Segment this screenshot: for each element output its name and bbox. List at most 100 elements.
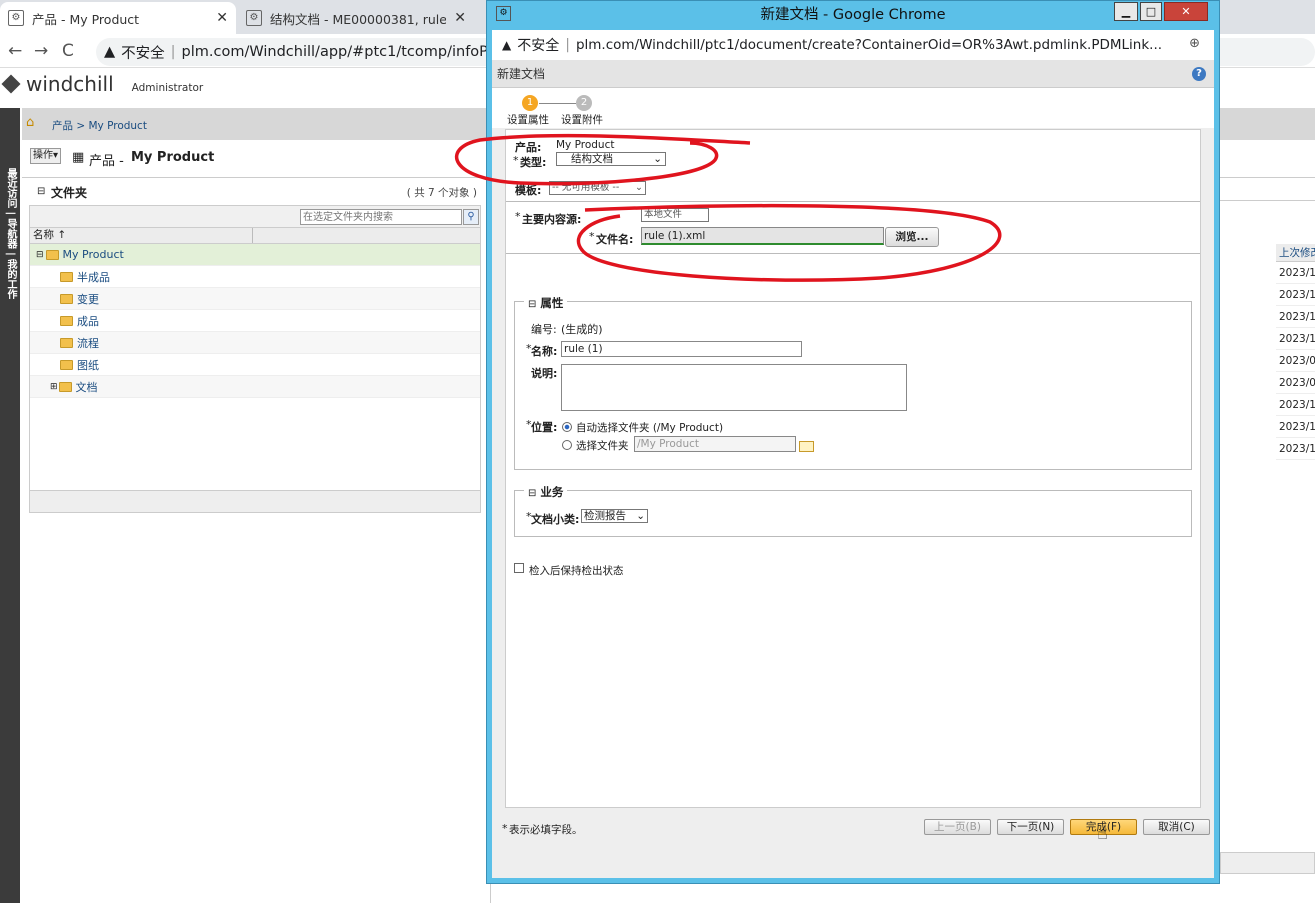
number-value: (生成的) — [561, 323, 603, 336]
location-auto-option[interactable]: 自动选择文件夹 (/My Product) — [562, 420, 723, 435]
collapse-icon[interactable]: ⊟ — [37, 186, 45, 197]
description-textarea[interactable] — [561, 364, 907, 411]
maximize-button[interactable]: □ — [1140, 2, 1162, 21]
window-title-bar[interactable]: ⚙ 新建文档 - Google Chrome ▁ □ ✕ — [490, 2, 1216, 28]
table-cell: 2023/1( — [1276, 262, 1315, 284]
page-title: My Product — [131, 150, 215, 165]
product-value: My Product — [556, 139, 615, 151]
primary-source-select[interactable]: 本地文件 — [641, 208, 709, 222]
filename-input[interactable]: rule (1).xml — [641, 227, 884, 245]
wizard-steps: 1 2 设置属性 设置附件 — [492, 88, 1214, 128]
template-select[interactable]: -- 无可用模板 -- ⌄ — [549, 181, 646, 195]
chevron-down-icon: ⌄ — [635, 182, 643, 193]
tab-title: 产品 - My Product — [32, 11, 140, 27]
radio-icon[interactable] — [562, 440, 572, 450]
hand-cursor-icon: ☝ — [1097, 823, 1108, 844]
step-1-label[interactable]: 设置属性 — [507, 112, 549, 127]
attributes-legend[interactable]: ⊟ 属性 — [524, 295, 568, 311]
actions-button[interactable]: 操作▾ — [30, 148, 62, 164]
folder-name[interactable]: 文档 — [76, 379, 98, 395]
type-select[interactable]: 结构文档 ⌄ — [556, 152, 666, 166]
name-value: rule (1) — [564, 343, 603, 355]
next-button[interactable]: 下一页(N) — [997, 819, 1064, 835]
doc-subtype-select[interactable]: 检测报告 ⌄ — [581, 509, 648, 523]
primary-source-value: 本地文件 — [644, 209, 683, 220]
table-row[interactable]: 变更 — [30, 288, 480, 310]
table-row[interactable]: 半成品 — [30, 266, 480, 288]
reload-icon[interactable]: C — [62, 41, 74, 61]
table-row[interactable]: 流程 — [30, 332, 480, 354]
warning-icon: ▲ — [502, 38, 512, 52]
close-icon[interactable]: ✕ — [216, 10, 228, 26]
folder-icon — [60, 293, 73, 304]
location-select-option[interactable]: 选择文件夹 — [562, 438, 629, 453]
table-row[interactable]: ⊞ 文档 — [30, 376, 480, 398]
expand-icon[interactable]: ⊞ — [50, 382, 58, 392]
name-input[interactable]: rule (1) — [561, 341, 802, 357]
chrome-favicon-icon: ⚙ — [496, 6, 511, 21]
folder-name[interactable]: 变更 — [77, 291, 99, 307]
search-icon[interactable]: ⚲ — [463, 209, 479, 225]
expand-icon[interactable]: ⊟ — [36, 250, 44, 260]
tab-title: 结构文档 - ME00000381, rule, / — [270, 11, 446, 27]
table-cell: 2023/0 — [1276, 350, 1315, 372]
close-icon[interactable]: ✕ — [454, 10, 466, 26]
step-2-icon[interactable]: 2 — [576, 95, 592, 111]
tab-structure-doc[interactable]: ⚙ 结构文档 - ME00000381, rule, / ✕ — [238, 2, 474, 34]
column-header[interactable]: 名称 ↑ — [30, 228, 480, 244]
windchill-favicon-icon: ⚙ — [246, 10, 262, 26]
zoom-icon[interactable]: ⊕ — [1189, 36, 1200, 51]
cancel-button[interactable]: 取消(C) — [1143, 819, 1210, 835]
table-cell: 2023/1( — [1276, 284, 1315, 306]
table-cell: 2023/1( — [1276, 416, 1315, 438]
folder-name[interactable]: 流程 — [77, 335, 99, 351]
folder-panel: ⊟ 文件夹 ( 共 7 个对象 ) ⚲ 名称 ↑ ⊟ My Product 半成… — [29, 178, 483, 514]
folder-name[interactable]: 图纸 — [77, 357, 99, 373]
root-folder-name[interactable]: My Product — [63, 248, 124, 261]
folder-icon — [60, 359, 73, 370]
folder-name[interactable]: 成品 — [77, 313, 99, 329]
required-note: 表示必填字段。 — [509, 824, 583, 836]
collapse-icon[interactable]: ⊟ — [528, 488, 536, 499]
table-row[interactable]: 成品 — [30, 310, 480, 332]
column-name-header[interactable]: 名称 ↑ — [33, 229, 66, 241]
prev-button[interactable]: 上一页(B) — [924, 819, 991, 835]
vertical-divider — [490, 884, 491, 903]
back-icon[interactable]: ← — [8, 41, 22, 61]
location-path-input[interactable]: /My Product — [634, 436, 796, 452]
filename-label: 文件名: — [596, 233, 634, 246]
business-legend[interactable]: ⊟ 业务 — [524, 484, 568, 500]
type-select-value: 结构文档 — [571, 153, 613, 165]
folder-table-frame: ⚲ 名称 ↑ ⊟ My Product 半成品 变更 成品 流程 图纸 ⊞ 文档 — [29, 205, 481, 513]
table-row[interactable]: 图纸 — [30, 354, 480, 376]
home-icon[interactable]: ⌂ — [26, 115, 34, 130]
close-window-button[interactable]: ✕ — [1164, 2, 1208, 21]
table-row[interactable]: ⊟ My Product — [30, 244, 480, 266]
keep-checked-out-checkbox[interactable] — [514, 563, 524, 573]
filename-value: rule (1).xml — [644, 230, 706, 242]
minimize-button[interactable]: ▁ — [1114, 2, 1138, 21]
help-icon[interactable]: ? — [1192, 67, 1206, 81]
location-auto-label: 自动选择文件夹 (/My Product) — [576, 422, 724, 434]
type-label: 类型: — [520, 156, 547, 169]
forward-icon[interactable]: → — [34, 41, 48, 61]
collapse-icon[interactable]: ⊟ — [528, 299, 536, 310]
step-1-icon[interactable]: 1 — [522, 95, 538, 111]
table-footer — [30, 490, 480, 512]
warning-icon: ▲ — [104, 44, 116, 60]
bottom-scrollbar[interactable] — [1220, 852, 1315, 874]
page-title-prefix: 产品 - — [89, 154, 124, 169]
browse-button[interactable]: 浏览... — [885, 227, 939, 247]
tab-product[interactable]: ⚙ 产品 - My Product ✕ — [0, 2, 236, 34]
folder-search-input[interactable] — [300, 209, 462, 225]
radio-selected-icon[interactable] — [562, 422, 572, 432]
left-nav-strip[interactable]: 最近访问 | 导航器 | 我的工作 — [0, 108, 20, 903]
folder-name[interactable]: 半成品 — [77, 269, 110, 285]
windchill-logo: windchill Administrator — [0, 72, 203, 96]
column-header[interactable]: 上次修改 — [1276, 244, 1315, 262]
folder-picker-icon[interactable] — [799, 441, 814, 452]
breadcrumb[interactable]: 产品 > My Product — [52, 118, 147, 133]
dialog-header: 新建文档 ? — [492, 60, 1214, 88]
popup-address-bar[interactable]: ▲ 不安全 | plm.com/Windchill/ptc1/document/… — [492, 30, 1214, 60]
step-2-label[interactable]: 设置附件 — [561, 112, 603, 127]
